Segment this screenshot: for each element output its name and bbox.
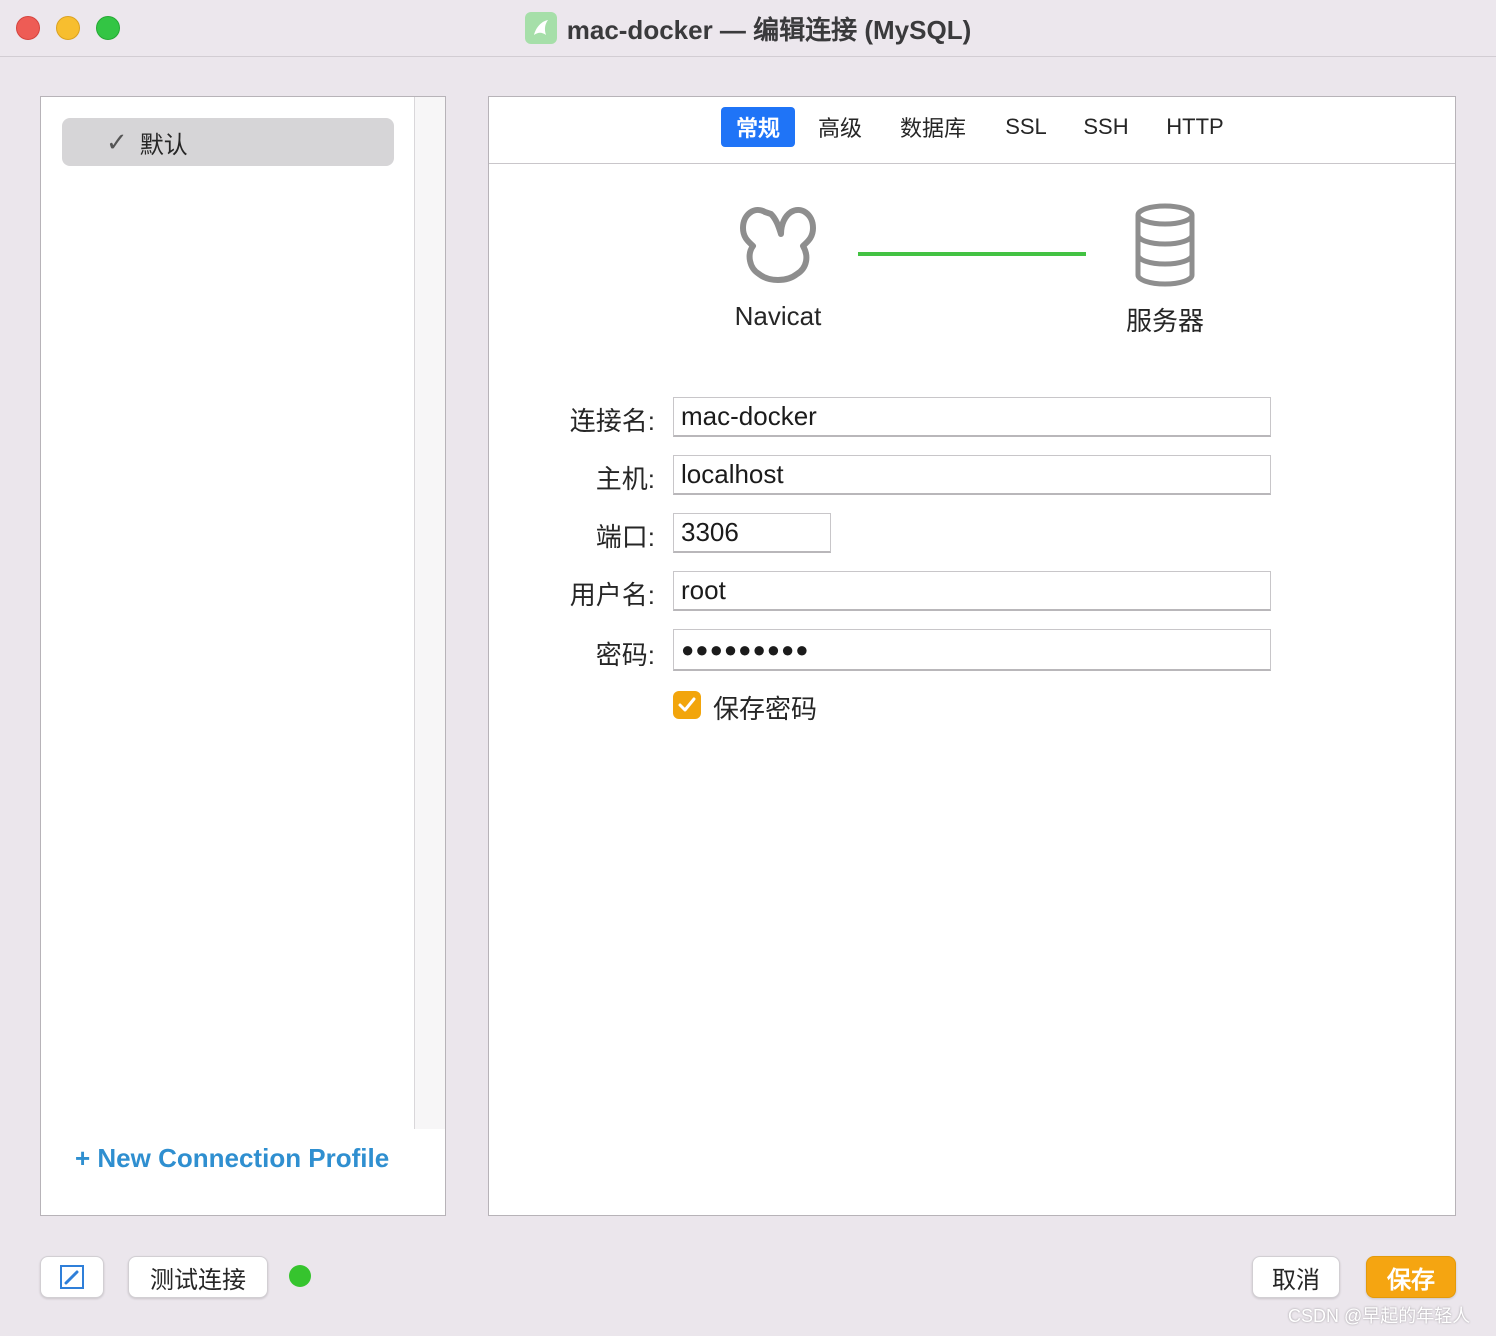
- host-field[interactable]: localhost: [673, 455, 1271, 495]
- save-button[interactable]: 保存: [1366, 1256, 1456, 1298]
- test-connection-button[interactable]: 测试连接: [128, 1256, 268, 1298]
- host-label: 主机:: [595, 464, 655, 494]
- settings-tab-bar: 常规 高级 数据库 SSL SSH HTTP: [489, 97, 1455, 164]
- port-label: 端口:: [595, 522, 655, 552]
- title-bar: mac-docker — 编辑连接 (MySQL): [0, 0, 1496, 57]
- connection-status-indicator: [289, 1265, 311, 1287]
- save-password-checkbox[interactable]: [673, 691, 701, 719]
- tab-http[interactable]: HTTP: [1159, 107, 1231, 147]
- tab-databases[interactable]: 数据库: [893, 107, 973, 147]
- connection-name-field[interactable]: mac-docker: [673, 397, 1271, 437]
- profile-list-scrollbar[interactable]: [414, 97, 445, 1129]
- connection-link-line: [858, 252, 1086, 256]
- password-label: 密码:: [595, 640, 655, 670]
- tab-general[interactable]: 常规: [721, 107, 795, 147]
- window-title: mac-docker — 编辑连接 (MySQL): [566, 14, 972, 45]
- password-field[interactable]: ●●●●●●●●●: [673, 629, 1271, 671]
- username-field[interactable]: root: [673, 571, 1271, 611]
- connection-settings-panel: 常规 高级 数据库 SSL SSH HTTP Navicat 服务器 连接名: …: [488, 96, 1456, 1216]
- database-server-icon: [1135, 203, 1195, 287]
- tab-ssl[interactable]: SSL: [997, 107, 1055, 147]
- new-connection-profile-link[interactable]: + New Connection Profile: [75, 1143, 389, 1174]
- profile-item-default[interactable]: ✓ 默认: [62, 118, 394, 166]
- navicat-dolphin-icon: [524, 12, 557, 44]
- tab-ssh[interactable]: SSH: [1077, 107, 1135, 147]
- profile-list-panel: ✓ 默认 + New Connection Profile: [40, 96, 446, 1216]
- profile-label: 默认: [139, 131, 188, 159]
- checkmark-icon: [678, 697, 696, 712]
- server-label: 服务器: [1125, 306, 1204, 336]
- username-label: 用户名:: [569, 580, 655, 610]
- tab-advanced[interactable]: 高级: [811, 107, 869, 147]
- watermark-text: CSDN @早起的年轻人: [1288, 1306, 1471, 1326]
- navicat-logo-icon: [740, 207, 816, 283]
- connection-name-label: 连接名:: [569, 406, 655, 436]
- client-label: Navicat: [734, 301, 822, 331]
- port-field[interactable]: 3306: [673, 513, 831, 553]
- edit-pencil-icon: [60, 1265, 84, 1289]
- window-title-group: mac-docker — 编辑连接 (MySQL): [0, 0, 1496, 56]
- checkmark-icon: ✓: [106, 126, 128, 157]
- edit-connection-button[interactable]: [40, 1256, 104, 1298]
- cancel-button[interactable]: 取消: [1252, 1256, 1340, 1298]
- save-password-label: 保存密码: [713, 694, 818, 724]
